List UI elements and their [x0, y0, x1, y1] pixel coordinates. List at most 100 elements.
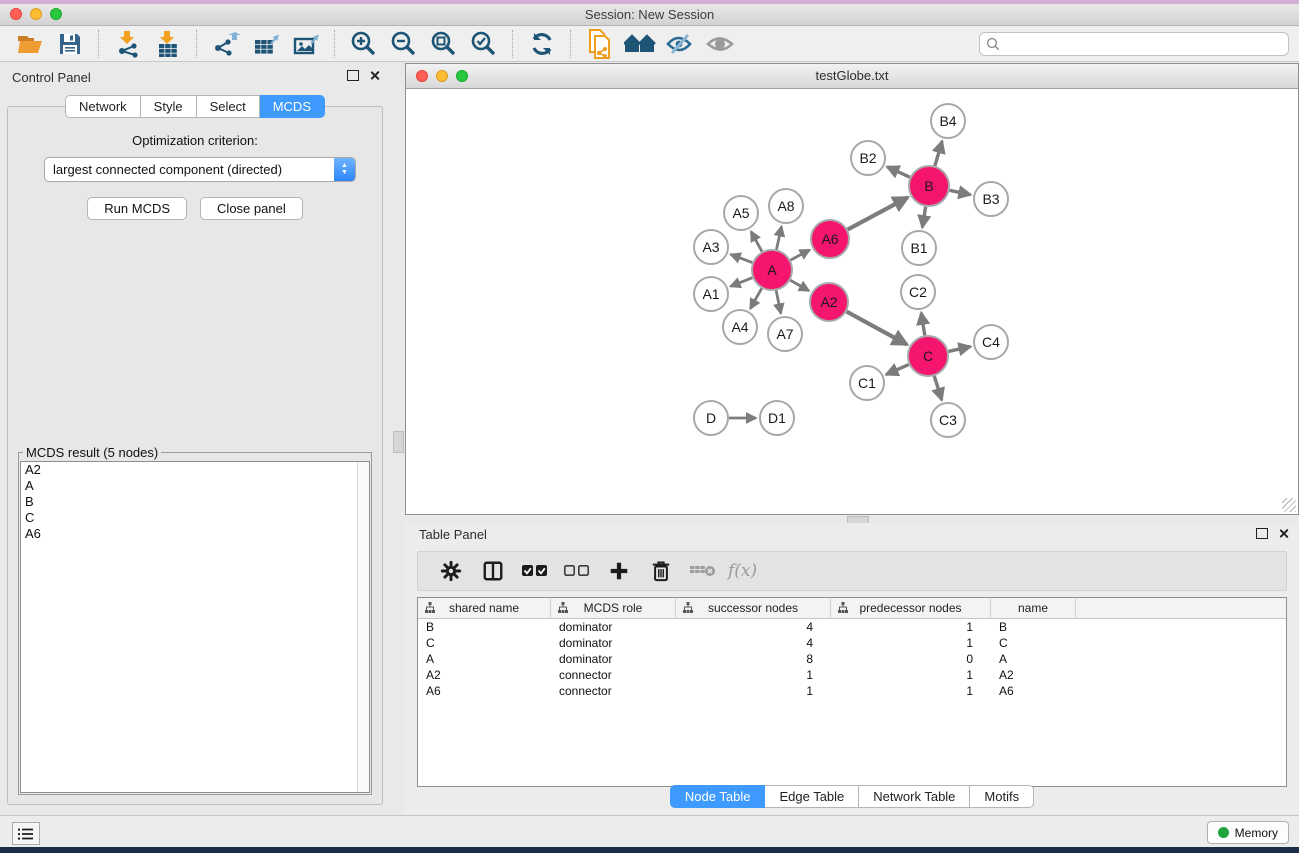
node-A6[interactable]: A6	[811, 220, 849, 258]
zoom-selected-icon[interactable]	[464, 29, 504, 59]
node-A2[interactable]: A2	[810, 283, 848, 321]
edge-C-C3[interactable]	[934, 376, 941, 400]
show-graphics-details-icon[interactable]	[700, 29, 740, 59]
edge-B-B1[interactable]	[922, 207, 925, 228]
tab-edge-table[interactable]: Edge Table	[765, 785, 859, 808]
table-row[interactable]: Adominator80A	[418, 651, 1286, 667]
save-session-icon[interactable]	[50, 29, 90, 59]
search-input[interactable]	[1000, 36, 1282, 52]
edge-C-C4[interactable]	[948, 347, 970, 352]
edge-B-B3[interactable]	[950, 190, 971, 194]
vertical-split-divider[interactable]	[390, 63, 405, 815]
refresh-icon[interactable]	[522, 29, 562, 59]
import-network-icon[interactable]	[108, 29, 148, 59]
tab-network[interactable]: Network	[65, 95, 141, 118]
export-table-icon[interactable]	[246, 29, 286, 59]
edge-B-B2[interactable]	[887, 167, 910, 177]
network-graph[interactable]: B4B2BB3A8A5A6A3B1AA1C2A2A4A7C4CC1C3DD1	[406, 89, 1298, 514]
delete-columns-icon[interactable]	[640, 556, 682, 586]
select-all-checkboxes-icon[interactable]	[514, 556, 556, 586]
result-item[interactable]: A6	[21, 526, 369, 542]
edge-A-A3[interactable]	[731, 254, 753, 262]
add-column-icon[interactable]	[598, 556, 640, 586]
edge-A-A7[interactable]	[776, 291, 781, 314]
tab-mcds[interactable]: MCDS	[260, 95, 325, 118]
open-file-icon[interactable]	[10, 29, 50, 59]
table-row[interactable]: Cdominator41C	[418, 635, 1286, 651]
result-item[interactable]: C	[21, 510, 369, 526]
tab-style[interactable]: Style	[141, 95, 197, 118]
tab-network-table[interactable]: Network Table	[859, 785, 970, 808]
column-header-shared-name[interactable]: shared name	[418, 598, 551, 618]
node-C[interactable]: C	[908, 336, 948, 376]
horizontal-split-divider[interactable]	[405, 515, 1299, 523]
tab-select[interactable]: Select	[197, 95, 260, 118]
unselect-all-checkboxes-icon[interactable]	[556, 556, 598, 586]
edge-C-C2[interactable]	[921, 313, 925, 336]
tab-motifs[interactable]: Motifs	[970, 785, 1034, 808]
node-A3[interactable]: A3	[694, 230, 728, 264]
result-item[interactable]: A	[21, 478, 369, 494]
resize-grip[interactable]	[1282, 498, 1296, 512]
edge-A-A5[interactable]	[751, 231, 762, 251]
float-panel-icon[interactable]	[347, 70, 359, 81]
node-B2[interactable]: B2	[851, 141, 885, 175]
column-header-successor-nodes[interactable]: successor nodes	[676, 598, 831, 618]
node-D[interactable]: D	[694, 401, 728, 435]
node-A5[interactable]: A5	[724, 196, 758, 230]
zoom-out-icon[interactable]	[384, 29, 424, 59]
node-C1[interactable]: C1	[850, 366, 884, 400]
table-row[interactable]: A2connector11A2	[418, 667, 1286, 683]
memory-button[interactable]: Memory	[1207, 821, 1289, 844]
column-header-MCDS-role[interactable]: MCDS role	[551, 598, 676, 618]
node-B[interactable]: B	[909, 166, 949, 206]
edge-C-C1[interactable]	[886, 364, 909, 374]
edge-A6-B[interactable]	[848, 197, 908, 229]
export-network-icon[interactable]	[206, 29, 246, 59]
table-row[interactable]: A6connector11A6	[418, 683, 1286, 699]
zoom-in-icon[interactable]	[344, 29, 384, 59]
first-neighbors-icon[interactable]	[620, 29, 660, 59]
float-table-panel-icon[interactable]	[1256, 528, 1268, 539]
edge-A2-C[interactable]	[847, 312, 907, 345]
result-item[interactable]: A2	[21, 462, 369, 478]
edge-B-B4[interactable]	[935, 141, 942, 166]
column-header-name[interactable]: name	[991, 598, 1076, 618]
edge-A-A8[interactable]	[776, 227, 781, 250]
task-history-button[interactable]	[12, 822, 40, 845]
close-table-panel-icon[interactable]	[1278, 528, 1289, 539]
node-C3[interactable]: C3	[931, 403, 965, 437]
node-C2[interactable]: C2	[901, 275, 935, 309]
node-A4[interactable]: A4	[723, 310, 757, 344]
node-A1[interactable]: A1	[694, 277, 728, 311]
new-network-from-selection-icon[interactable]	[580, 29, 620, 59]
node-D1[interactable]: D1	[760, 401, 794, 435]
node-B1[interactable]: B1	[902, 231, 936, 265]
edge-A-A1[interactable]	[731, 278, 753, 287]
edge-A-A6[interactable]	[791, 250, 810, 260]
result-item[interactable]: B	[21, 494, 369, 510]
edge-A-A2[interactable]	[790, 280, 809, 290]
tab-node-table[interactable]: Node Table	[670, 785, 766, 808]
network-canvas[interactable]: B4B2BB3A8A5A6A3B1AA1C2A2A4A7C4CC1C3DD1	[406, 89, 1298, 514]
node-A7[interactable]: A7	[768, 317, 802, 351]
zoom-fit-icon[interactable]	[424, 29, 464, 59]
result-scrollbar[interactable]	[357, 462, 369, 792]
hide-graphics-details-icon[interactable]	[660, 29, 700, 59]
divider-handle[interactable]	[393, 431, 404, 453]
node-B4[interactable]: B4	[931, 104, 965, 138]
node-A[interactable]: A	[752, 250, 792, 290]
node-B3[interactable]: B3	[974, 182, 1008, 216]
close-panel-icon[interactable]	[369, 70, 380, 81]
node-A8[interactable]: A8	[769, 189, 803, 223]
close-panel-button[interactable]: Close panel	[200, 197, 303, 220]
table-row[interactable]: Bdominator41B	[418, 619, 1286, 635]
split-columns-icon[interactable]	[472, 556, 514, 586]
export-image-icon[interactable]	[286, 29, 326, 59]
gear-icon[interactable]	[430, 556, 472, 586]
import-table-icon[interactable]	[148, 29, 188, 59]
criterion-dropdown[interactable]: largest connected component (directed) ▲…	[44, 157, 356, 182]
column-header-predecessor-nodes[interactable]: predecessor nodes	[831, 598, 991, 618]
edge-A-A4[interactable]	[750, 288, 761, 308]
run-mcds-button[interactable]: Run MCDS	[87, 197, 187, 220]
